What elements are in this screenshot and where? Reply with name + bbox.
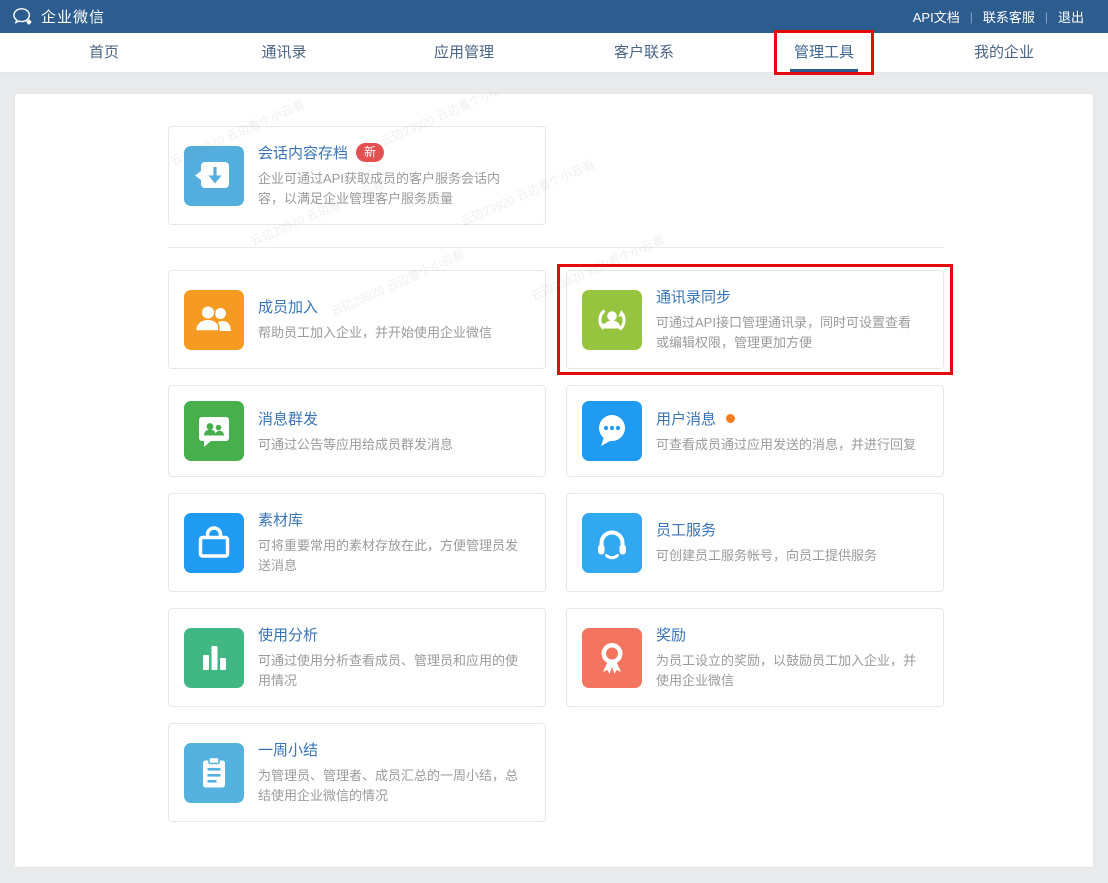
card-text: 消息群发 可通过公告等应用给成员群发消息 (258, 408, 525, 455)
card-title: 会话内容存档 新 (258, 142, 525, 163)
card-text: 用户消息 可查看成员通过应用发送的消息，并进行回复 (656, 408, 923, 455)
archive-download-icon (184, 146, 244, 206)
service-headset-icon (582, 513, 642, 573)
card-member-join[interactable]: 成员加入 帮助员工加入企业，并开始使用企业微信 (168, 270, 546, 369)
card-text: 员工服务 可创建员工服务帐号，向员工提供服务 (656, 519, 923, 566)
section-divider (168, 247, 944, 248)
card-title-text: 素材库 (258, 509, 303, 530)
card-description: 为员工设立的奖励，以鼓励员工加入企业，并使用企业微信 (656, 651, 923, 691)
card-description: 可查看成员通过应用发送的消息，并进行回复 (656, 435, 923, 455)
user-message-icon (582, 401, 642, 461)
nav-item-admin-tools[interactable]: 管理工具 (734, 33, 914, 72)
wechat-work-logo-icon (12, 7, 34, 27)
nav-item-label: 管理工具 (794, 44, 854, 61)
top-bar: 企业微信 API文档 | 联系客服 | 退出 (0, 0, 1108, 33)
card-description: 可通过API接口管理通讯录，同时可设置查看或编辑权限，管理更加方便 (656, 313, 923, 353)
card-message-broadcast[interactable]: 消息群发 可通过公告等应用给成员群发消息 (168, 385, 546, 477)
card-title-text: 员工服务 (656, 519, 716, 540)
materials-icon (184, 513, 244, 573)
tools-grid: 成员加入 帮助员工加入企业，并开始使用企业微信 (168, 270, 944, 822)
card-description: 可通过公告等应用给成员群发消息 (258, 435, 525, 455)
card-title-text: 一周小结 (258, 739, 318, 760)
card-description: 可创建员工服务帐号，向员工提供服务 (656, 546, 923, 566)
admin-tools-panel: 云边23920 云边看个小云看 云边23920 云边看个小云看 云边23920 … (14, 93, 1094, 868)
contacts-sync-icon (582, 290, 642, 350)
card-description: 可将重要常用的素材存放在此，方便管理员发送消息 (258, 536, 525, 576)
card-rewards[interactable]: 奖励 为员工设立的奖励，以鼓励员工加入企业，并使用企业微信 (566, 608, 944, 707)
card-user-messages[interactable]: 用户消息 可查看成员通过应用发送的消息，并进行回复 (566, 385, 944, 477)
weekly-summary-icon (184, 743, 244, 803)
card-session-archive[interactable]: 会话内容存档 新 企业可通过API获取成员的客户服务会话内容，以满足企业管理客户… (168, 126, 546, 225)
card-text: 通讯录同步 可通过API接口管理通讯录，同时可设置查看或编辑权限，管理更加方便 (656, 286, 923, 353)
top-links: API文档 | 联系客服 | 退出 (903, 7, 1094, 26)
card-text: 素材库 可将重要常用的素材存放在此，方便管理员发送消息 (258, 509, 525, 576)
card-weekly-summary[interactable]: 一周小结 为管理员、管理者、成员汇总的一周小结，总结使用企业微信的情况 (168, 723, 546, 822)
card-contacts-sync[interactable]: 通讯录同步 可通过API接口管理通讯录，同时可设置查看或编辑权限，管理更加方便 (566, 270, 944, 369)
card-title-text: 消息群发 (258, 408, 318, 429)
card-title-text: 会话内容存档 (258, 142, 348, 163)
card-text: 奖励 为员工设立的奖励，以鼓励员工加入企业，并使用企业微信 (656, 624, 923, 691)
broadcast-icon (184, 401, 244, 461)
api-docs-link[interactable]: API文档 (903, 7, 970, 26)
brand[interactable]: 企业微信 (12, 6, 105, 27)
nav-item-home[interactable]: 首页 (14, 33, 194, 72)
card-materials-library[interactable]: 素材库 可将重要常用的素材存放在此，方便管理员发送消息 (168, 493, 546, 592)
card-title-text: 成员加入 (258, 296, 318, 317)
card-description: 为管理员、管理者、成员汇总的一周小结，总结使用企业微信的情况 (258, 766, 525, 806)
card-employee-service[interactable]: 员工服务 可创建员工服务帐号，向员工提供服务 (566, 493, 944, 592)
card-description: 可通过使用分析查看成员、管理员和应用的使用情况 (258, 651, 525, 691)
main-nav: 首页 通讯录 应用管理 客户联系 管理工具 我的企业 (0, 33, 1108, 73)
nav-item-my-company[interactable]: 我的企业 (914, 33, 1094, 72)
nav-item-apps[interactable]: 应用管理 (374, 33, 554, 72)
card-title-text: 用户消息 (656, 408, 716, 429)
card-description: 企业可通过API获取成员的客户服务会话内容，以满足企业管理客户服务质量 (258, 169, 525, 209)
nav-item-contacts[interactable]: 通讯录 (194, 33, 374, 72)
contact-support-link[interactable]: 联系客服 (973, 7, 1045, 26)
card-title-text: 使用分析 (258, 624, 318, 645)
logout-link[interactable]: 退出 (1048, 7, 1094, 26)
analytics-icon (184, 628, 244, 688)
annotated-card-wrap: 通讯录同步 可通过API接口管理通讯录，同时可设置查看或编辑权限，管理更加方便 (566, 270, 944, 369)
nav-item-customer[interactable]: 客户联系 (554, 33, 734, 72)
card-text: 一周小结 为管理员、管理者、成员汇总的一周小结，总结使用企业微信的情况 (258, 739, 525, 806)
card-description: 帮助员工加入企业，并开始使用企业微信 (258, 323, 525, 343)
card-text: 成员加入 帮助员工加入企业，并开始使用企业微信 (258, 296, 525, 343)
card-title-text: 奖励 (656, 624, 686, 645)
reward-medal-icon (582, 628, 642, 688)
members-icon (184, 290, 244, 350)
card-text: 会话内容存档 新 企业可通过API获取成员的客户服务会话内容，以满足企业管理客户… (258, 142, 525, 209)
card-title-text: 通讯录同步 (656, 286, 731, 307)
active-tab-underline (790, 69, 858, 72)
card-text: 使用分析 可通过使用分析查看成员、管理员和应用的使用情况 (258, 624, 525, 691)
brand-name: 企业微信 (41, 6, 105, 27)
card-usage-analytics[interactable]: 使用分析 可通过使用分析查看成员、管理员和应用的使用情况 (168, 608, 546, 707)
notification-dot (726, 414, 735, 423)
new-badge: 新 (356, 143, 384, 162)
